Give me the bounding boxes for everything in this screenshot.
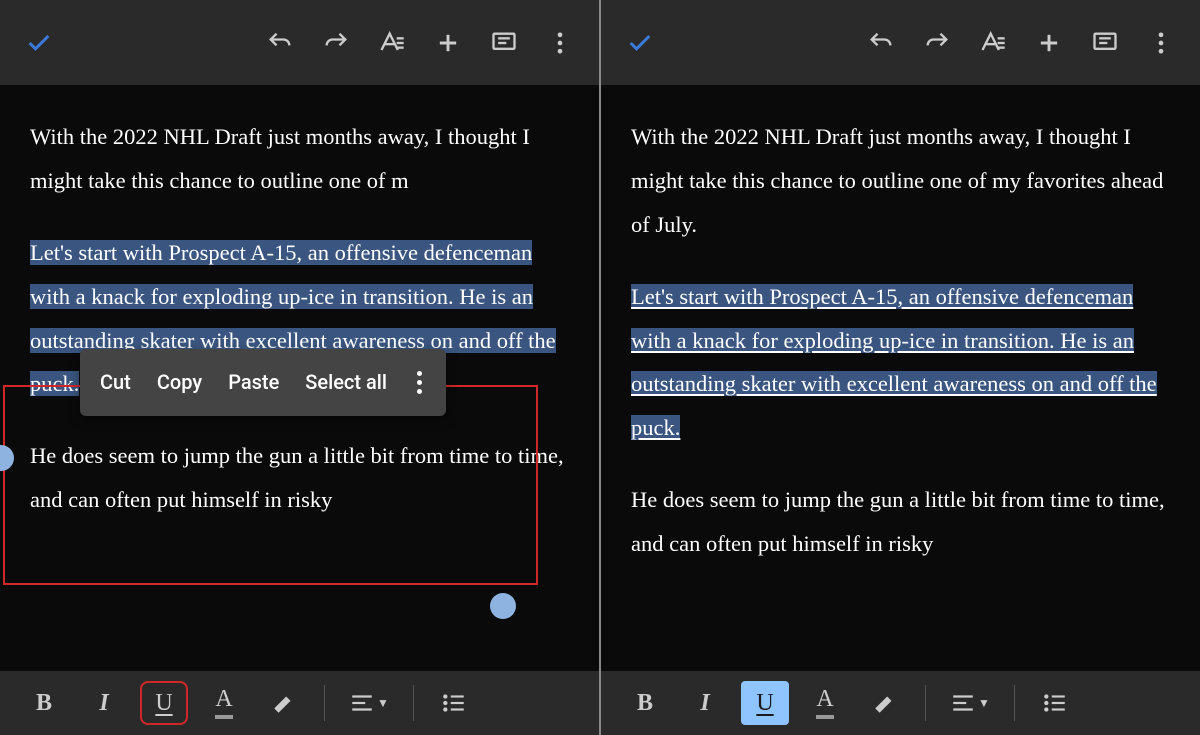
paragraph-1[interactable]: With the 2022 NHL Draft just months away… xyxy=(30,115,569,203)
undo-icon[interactable] xyxy=(857,19,905,67)
align-button[interactable]: ▼ xyxy=(341,681,397,725)
caret-down-icon: ▼ xyxy=(978,696,990,711)
list-button[interactable] xyxy=(430,681,478,725)
underline-button-active[interactable]: U xyxy=(741,681,789,725)
italic-button[interactable]: I xyxy=(681,681,729,725)
toolbar-separator xyxy=(324,685,325,721)
toolbar-separator xyxy=(925,685,926,721)
redo-icon[interactable] xyxy=(913,19,961,67)
accept-icon[interactable] xyxy=(616,19,664,67)
caret-down-icon: ▼ xyxy=(377,696,389,711)
underline-button[interactable]: U xyxy=(140,681,188,725)
paragraph-3-text: He does seem to jump the gun a little bi… xyxy=(30,443,564,512)
text-format-icon[interactable] xyxy=(368,19,416,67)
paragraph-3[interactable]: He does seem to jump the gun a little bi… xyxy=(631,478,1170,566)
bold-button[interactable]: B xyxy=(20,681,68,725)
more-icon[interactable] xyxy=(536,19,584,67)
redo-icon[interactable] xyxy=(312,19,360,67)
top-toolbar xyxy=(0,0,599,85)
selection-handle-end[interactable] xyxy=(490,593,516,619)
document-content[interactable]: With the 2022 NHL Draft just months away… xyxy=(0,85,599,671)
bold-button[interactable]: B xyxy=(621,681,669,725)
text-color-button[interactable]: A xyxy=(200,681,248,725)
more-icon[interactable] xyxy=(1137,19,1185,67)
format-toolbar: B I U A ▼ xyxy=(0,671,599,735)
right-panel: With the 2022 NHL Draft just months away… xyxy=(601,0,1200,735)
highlight-button[interactable] xyxy=(260,681,308,725)
paragraph-3[interactable]: He does seem to jump the gun a little bi… xyxy=(30,434,569,522)
context-cut[interactable]: Cut xyxy=(100,363,131,402)
top-toolbar-right xyxy=(601,0,1200,85)
context-copy[interactable]: Copy xyxy=(157,363,202,402)
text-color-button[interactable]: A xyxy=(801,681,849,725)
text-format-icon[interactable] xyxy=(969,19,1017,67)
align-button[interactable]: ▼ xyxy=(942,681,998,725)
undo-icon[interactable] xyxy=(256,19,304,67)
format-toolbar-right: B I U A ▼ xyxy=(601,671,1200,735)
context-menu: Cut Copy Paste Select all xyxy=(80,349,446,416)
toolbar-separator-2 xyxy=(1014,685,1015,721)
accept-icon[interactable] xyxy=(15,19,63,67)
document-content-right[interactable]: With the 2022 NHL Draft just months away… xyxy=(601,85,1200,671)
comment-icon[interactable] xyxy=(480,19,528,67)
paragraph-1[interactable]: With the 2022 NHL Draft just months away… xyxy=(631,115,1170,247)
insert-icon[interactable] xyxy=(1025,19,1073,67)
paragraph-2-selected-underlined[interactable]: Let's start with Prospect A-15, an offen… xyxy=(631,275,1170,451)
selected-underlined-span: Let's start with Prospect A-15, an offen… xyxy=(631,284,1157,441)
context-more-icon[interactable] xyxy=(413,371,426,394)
context-paste[interactable]: Paste xyxy=(228,363,279,402)
paragraph-1-text: With the 2022 NHL Draft just months away… xyxy=(30,124,530,193)
context-select-all[interactable]: Select all xyxy=(305,363,387,402)
left-panel: With the 2022 NHL Draft just months away… xyxy=(0,0,599,735)
paragraph-1-text: With the 2022 NHL Draft just months away… xyxy=(631,124,1163,237)
comment-icon[interactable] xyxy=(1081,19,1129,67)
italic-button[interactable]: I xyxy=(80,681,128,725)
paragraph-3-text: He does seem to jump the gun a little bi… xyxy=(631,487,1165,556)
highlight-button[interactable] xyxy=(861,681,909,725)
toolbar-separator-2 xyxy=(413,685,414,721)
selection-handle-start[interactable] xyxy=(0,445,14,471)
insert-icon[interactable] xyxy=(424,19,472,67)
list-button[interactable] xyxy=(1031,681,1079,725)
